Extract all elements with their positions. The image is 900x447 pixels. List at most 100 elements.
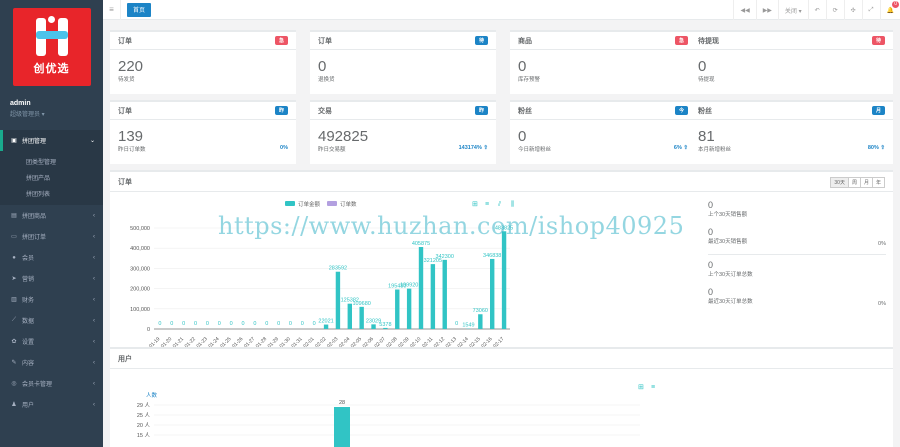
data-label: 5378 [379,322,391,328]
stat-card-today-fans: 粉丝 今 0 今日新增粉丝 6% ⇧ [510,100,696,164]
range-selector: 30天 周 月 年 [830,177,885,188]
side-stat-prev-sales: 0 上个30天销售额 [708,200,886,220]
sidebar-item-member-card[interactable]: ◎ 会员卡管理 ‹ [0,373,103,394]
range-30-days[interactable]: 30天 [830,177,849,188]
y-tick-label: 0 [147,327,150,333]
logo-area: 创优选 [0,0,103,88]
brand-logo[interactable]: 创优选 [12,8,91,86]
submenu-item-group-product[interactable]: 拼团产品 [0,169,103,185]
legend-label: 订单数 [340,200,357,208]
stat-label: 今 [674,106,688,115]
data-label: 0 [206,321,209,327]
stat-label: 昨 [274,106,288,115]
stat-card-yesterday-orders: 订单 昨 139 昨日订单数 0% [110,100,296,164]
sidebar-item-data[interactable]: ⟋ 数据 ‹ [0,310,103,331]
close-tabs-dropdown[interactable]: 关闭 ▾ [777,0,808,20]
y-tick-label: 20 人 [137,422,151,429]
stat-label: 待 [871,36,885,45]
stat-value: 81 [698,128,715,145]
sidebar-menu: ▣ 拼团管理 ⌄ 团类型管理 拼团产品 拼团列表 ▤ 拼团商品 ‹ ▭ 拼团订单… [0,130,103,415]
sidebar-item-label: 拼团管理 [22,139,47,145]
side-stat-recent-sales: 0 最近30天销售额 0% [708,227,886,247]
chart-tool-icon: ≡ [485,201,489,208]
fullscreen-button[interactable]: ⤢ [861,0,880,20]
stat-value: 0 [518,128,527,145]
profile-role[interactable]: 超级管理员 ▾ [10,109,93,118]
panel-title: 用户 [118,355,132,363]
sidebar-item-label: 用户 [22,403,35,409]
stat-percent: 80% ⇧ [867,145,885,151]
side-stat-percent: 0% [878,301,886,307]
scroll-right-button[interactable]: ▶▶ [755,0,778,20]
y-tick-label: 25 人 [137,412,151,419]
orders-chart-panel: 订单 30天 周 月 年 订单金额 订单数 ⊞ ≡ ⫽ ⫼ 0 100,000 200,000 3… [110,170,893,360]
data-label: 283592 [329,266,347,272]
top-bar: ≡ 首页 ◀◀ ▶▶ 关闭 ▾ ↶ ⟳ ✣ ⤢ 🔔 0 [103,0,900,20]
stat-label: 急 [674,36,688,45]
bar-order-amount [335,271,341,329]
back-button[interactable]: ↶ [807,0,826,20]
bar-order-amount [347,303,352,329]
tab-home[interactable]: 首页 [127,2,152,17]
sidebar-item-members[interactable]: ● 会员 ‹ [0,247,103,268]
sidebar-item-label: 拼团商品 [22,214,47,220]
sidebar-submenu: 团类型管理 拼团产品 拼团列表 [0,151,103,205]
submenu-item-group-list[interactable]: 拼团列表 [0,185,103,201]
sidebar-item-settings[interactable]: ✿ 设置 ‹ [0,331,103,352]
submenu-item-group-type[interactable]: 团类型管理 [0,153,103,169]
chevron-down-icon: ⌄ [89,138,95,144]
stat-card-yesterday-sales: 交易 昨 492825 昨日交易额 143174% ⇧ [310,100,496,164]
data-label: 0 [241,321,244,327]
logo-text: 创优选 [33,63,70,75]
stat-percent: 0% [280,145,288,151]
stat-label: 待 [474,36,488,45]
stat-card-returns: 订单 待 0 退换货 [310,30,496,94]
scroll-left-button[interactable]: ◀◀ [733,0,755,20]
stat-card-withdraw: 待提现 待 0 待提现 [690,30,893,94]
sidebar-item-label: 数据 [22,319,35,325]
legend-swatch [285,201,295,206]
sidebar-item-group-orders[interactable]: ▭ 拼团订单 ‹ [0,226,103,247]
range-year[interactable]: 年 [871,177,885,188]
bar-order-amount [418,247,424,329]
move-button[interactable]: ✣ [843,0,862,20]
sidebar-item-users[interactable]: ♟ 用户 ‹ [0,394,103,415]
chart-tool-icon: ≡ [651,384,655,391]
sidebar-item-group-goods[interactable]: ▤ 拼团商品 ‹ [0,205,103,226]
stat-desc: 本月新增粉丝 [698,147,732,153]
chart-tool-icon: ⫽ [497,200,502,208]
data-label: 0 [455,321,458,327]
sidebar-item-label: 营销 [22,277,35,283]
data-label: 199920 [400,283,418,289]
data-label: 405875 [412,241,430,247]
data-label: 0 [265,321,268,327]
sidebar-item-group-buy[interactable]: ▣ 拼团管理 ⌄ [0,130,103,151]
y-tick-label: 200,000 [130,287,150,293]
bar-order-amount [442,259,447,329]
side-stat-value: 0 [708,200,714,210]
goods-icon: ▤ [11,213,17,219]
bar-order-amount [359,306,364,329]
sidebar-item-marketing[interactable]: ➤ 营销 ‹ [0,268,103,289]
stat-card-stock-alert: 商品 急 0 库存预警 [510,30,696,94]
side-stat-recent-orders: 0 最近30天订单总数 0% [708,287,886,307]
stat-desc: 库存预警 [518,77,541,83]
stat-desc: 退换货 [318,77,335,83]
sidebar-item-content[interactable]: ✎ 内容 ‹ [0,352,103,373]
menu-toggle-icon[interactable]: ≡ [103,0,121,20]
chevron-left-icon: ‹ [93,401,95,408]
notification-button[interactable]: 🔔 0 [879,0,900,20]
stat-value: 0 [518,58,527,75]
data-label: 0 [158,321,161,327]
send-icon: ➤ [11,276,17,282]
stat-desc: 今日新增粉丝 [518,147,552,153]
sidebar-item-finance[interactable]: ▥ 财务 ‹ [0,289,103,310]
gear-icon: ✿ [11,339,17,345]
data-label: 483825 [495,225,513,231]
user-profile[interactable]: admin 超级管理员 ▾ [0,88,103,126]
y-tick-label: 29 人 [137,402,151,409]
refresh-button[interactable]: ⟳ [825,0,844,20]
side-stat-value: 0 [708,287,714,297]
side-stat-desc: 上个30天销售额 [708,212,748,218]
bar-order-amount [371,324,376,329]
